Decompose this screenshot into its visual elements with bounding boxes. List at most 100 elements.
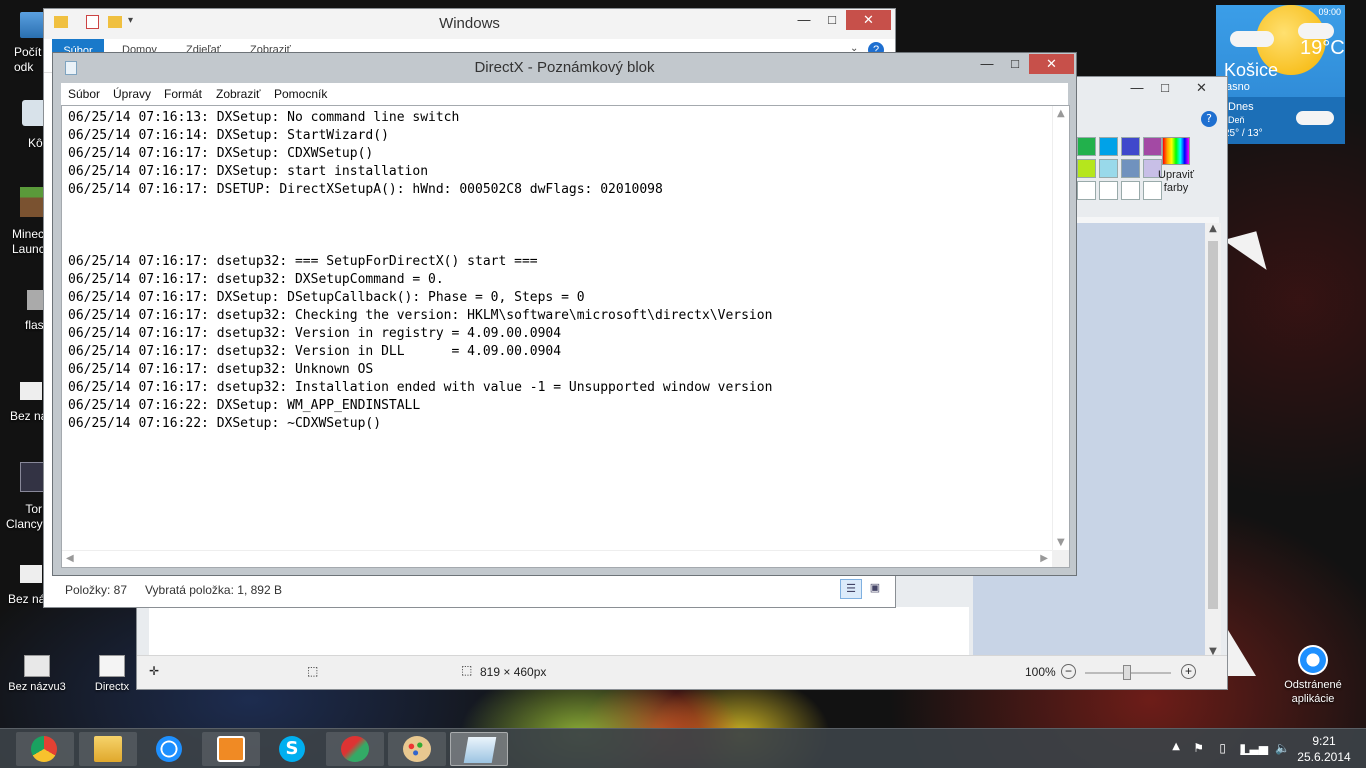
show-hidden-icons[interactable]: ▲ xyxy=(1172,741,1180,752)
notepad-menubar: Súbor Úpravy Formát Zobraziť Pomocník xyxy=(61,83,1068,105)
signal-strength-icon[interactable]: ▁▃▅ xyxy=(1240,741,1268,755)
image-file-icon xyxy=(24,655,50,677)
zoom-out-button[interactable]: − xyxy=(1061,664,1076,679)
text-line: 06/25/14 07:16:17: dsetup32: === SetupFo… xyxy=(68,254,538,269)
taskbar-notepad[interactable] xyxy=(450,732,508,766)
help-icon[interactable]: ? xyxy=(1201,111,1217,127)
horizontal-scrollbar[interactable]: ◀ ▶ xyxy=(62,550,1052,567)
edit-colors-button[interactable]: Upraviť farby xyxy=(1153,137,1199,195)
document-text[interactable]: 06/25/14 07:16:13: DXSetup: No command l… xyxy=(68,109,772,433)
desktop-icon-bez-nazvu3[interactable]: Bez názvu3 xyxy=(2,655,72,694)
color-swatch[interactable] xyxy=(1077,181,1096,200)
taskbar-file-explorer[interactable] xyxy=(79,732,137,766)
desktop-icon-label: flas xyxy=(25,318,44,332)
menu-subor[interactable]: Súbor xyxy=(68,87,100,101)
close-button[interactable]: ✕ xyxy=(1179,78,1224,98)
skype-icon: S xyxy=(279,736,305,762)
forecast-range: 25° / 13° xyxy=(1224,128,1263,139)
taskbar-internet-explorer[interactable] xyxy=(141,732,199,766)
menu-upravy[interactable]: Úpravy xyxy=(113,87,151,101)
text-line xyxy=(68,199,772,217)
chrome-icon xyxy=(31,736,57,762)
cursor-position-icon: ✛ xyxy=(149,664,160,678)
scroll-up-icon[interactable]: ▲ xyxy=(1057,108,1065,119)
color-swatch[interactable] xyxy=(1077,137,1096,156)
taskbar-media-player[interactable] xyxy=(202,732,260,766)
wallpaper-shape xyxy=(1223,231,1267,279)
taskbar-skype[interactable]: S xyxy=(264,732,322,766)
text-line: 06/25/14 07:16:17: dsetup32: Unknown OS xyxy=(68,362,374,377)
media-player-icon xyxy=(217,736,245,762)
zoom-in-button[interactable]: + xyxy=(1181,664,1196,679)
forecast-cloud-icon xyxy=(1296,111,1334,125)
details-view-button[interactable]: ☰ xyxy=(840,579,862,599)
desktop-icon-label: Tor Clancy xyxy=(6,502,43,531)
drawing-canvas[interactable] xyxy=(149,607,969,657)
desktop-icon-label: Minec Launc xyxy=(12,227,45,256)
size-grip[interactable] xyxy=(1052,550,1069,567)
text-line: 06/25/14 07:16:17: dsetup32: Checking th… xyxy=(68,308,773,323)
desktop-icon-label: Odstránené aplikácie xyxy=(1284,679,1342,705)
explorer-title: Windows xyxy=(439,15,500,32)
system-clock[interactable]: 9:21 25.6.2014 xyxy=(1294,733,1354,765)
scroll-down-icon[interactable]: ▼ xyxy=(1057,537,1065,548)
item-count: Položky: 87 xyxy=(65,583,128,597)
minimize-button[interactable]: — xyxy=(790,10,818,30)
weather-tile[interactable]: 09:00 19°C Košice asno Dnes Deň 25° / 13… xyxy=(1216,5,1345,144)
network-adapter-icon[interactable]: ▯ xyxy=(1219,741,1226,755)
text-line xyxy=(68,217,772,235)
color-swatch[interactable] xyxy=(1121,181,1140,200)
scroll-left-icon[interactable]: ◀ xyxy=(66,553,74,564)
close-button[interactable]: ✕ xyxy=(846,10,891,30)
minimize-button[interactable]: — xyxy=(973,54,1001,74)
notepad-title: DirectX - Poznámkový blok xyxy=(474,59,655,76)
taskbar-ccleaner[interactable] xyxy=(326,732,384,766)
weather-city: Košice xyxy=(1224,60,1279,80)
scroll-right-icon[interactable]: ▶ xyxy=(1040,553,1048,564)
taskbar-chrome[interactable] xyxy=(16,732,74,766)
desktop-icon-label: Bez ná xyxy=(10,409,48,423)
wallpaper-shape xyxy=(1228,630,1256,676)
vertical-scrollbar[interactable]: ▲ ▼ xyxy=(1205,223,1221,657)
color-swatch[interactable] xyxy=(1077,159,1096,178)
vertical-scrollbar[interactable]: ▲ ▼ xyxy=(1052,106,1069,550)
text-line: 06/25/14 07:16:17: dsetup32: DXSetupComm… xyxy=(68,272,444,287)
desktop-icon-removed-apps[interactable]: Odstránené aplikácie xyxy=(1272,645,1354,706)
menu-zobrazit[interactable]: Zobraziť xyxy=(216,87,261,101)
explorer-statusbar: Položky: 87 Vybratá položka: 1, 892 B ☰ … xyxy=(44,577,895,607)
volume-icon[interactable]: 🔈 xyxy=(1275,741,1290,755)
close-button[interactable]: ✕ xyxy=(1029,54,1074,74)
image-file-icon xyxy=(20,565,42,583)
taskbar-paint[interactable] xyxy=(388,732,446,766)
notepad-window[interactable]: DirectX - Poznámkový blok — □ ✕ Súbor Úp… xyxy=(52,52,1077,576)
maximize-button[interactable]: □ xyxy=(818,10,846,30)
text-line: 06/25/14 07:16:17: DXSetup: CDXWSetup() xyxy=(68,146,374,161)
color-swatch[interactable] xyxy=(1099,181,1118,200)
file-explorer-icon xyxy=(94,736,122,762)
notepad-titlebar[interactable]: DirectX - Poznámkový blok — □ ✕ xyxy=(53,53,1076,83)
minimize-button[interactable]: — xyxy=(1123,78,1151,98)
weather-condition: asno xyxy=(1226,81,1250,93)
action-center-flag-icon[interactable]: ⚑ xyxy=(1193,741,1204,755)
notepad-text-area[interactable]: 06/25/14 07:16:13: DXSetup: No command l… xyxy=(61,105,1070,568)
large-icons-view-button[interactable]: ▣ xyxy=(864,579,886,599)
color-swatch[interactable] xyxy=(1121,137,1140,156)
zoom-slider[interactable] xyxy=(1085,665,1171,680)
text-line: 06/25/14 07:16:17: DSETUP: DirectXSetupA… xyxy=(68,182,663,197)
scroll-thumb[interactable] xyxy=(1208,241,1218,609)
maximize-button[interactable]: □ xyxy=(1001,54,1029,74)
text-line: 06/25/14 07:16:22: DXSetup: WM_APP_ENDIN… xyxy=(68,398,421,413)
scroll-up-icon[interactable]: ▲ xyxy=(1205,223,1221,234)
text-line: 06/25/14 07:16:17: dsetup32: Version in … xyxy=(68,326,562,341)
color-swatch[interactable] xyxy=(1121,159,1140,178)
zoom-slider-thumb[interactable] xyxy=(1123,665,1131,680)
clock-date: 25.6.2014 xyxy=(1297,750,1351,764)
menu-format[interactable]: Formát xyxy=(164,87,202,101)
color-swatch[interactable] xyxy=(1099,137,1118,156)
text-line xyxy=(68,235,772,253)
maximize-button[interactable]: □ xyxy=(1151,78,1179,98)
explorer-titlebar[interactable]: ▾ Windows — □ ✕ xyxy=(44,9,895,39)
weather-time: 09:00 xyxy=(1318,7,1341,17)
color-swatch[interactable] xyxy=(1099,159,1118,178)
menu-pomocnik[interactable]: Pomocník xyxy=(274,87,327,101)
